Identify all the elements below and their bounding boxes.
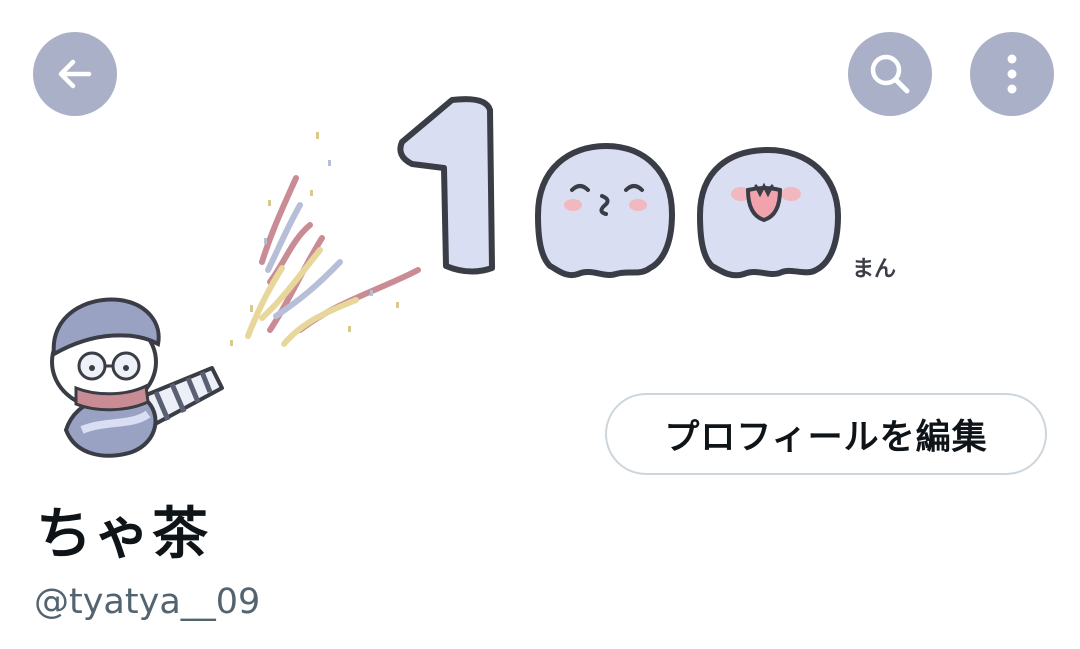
avatar-illustration: [50, 297, 224, 458]
avatar[interactable]: [36, 280, 226, 470]
display-name: ちゃ茶: [36, 502, 210, 567]
banner-unit-text: まん: [852, 257, 896, 282]
edit-profile-button[interactable]: プロフィールを編集: [605, 393, 1047, 475]
user-handle: @tyatya__09: [34, 582, 261, 622]
search-icon: [870, 54, 910, 94]
search-button[interactable]: [848, 32, 932, 116]
back-button[interactable]: [33, 32, 117, 116]
more-vertical-icon: [1007, 54, 1017, 94]
arrow-left-icon: [58, 59, 92, 89]
more-options-button[interactable]: [970, 32, 1054, 116]
